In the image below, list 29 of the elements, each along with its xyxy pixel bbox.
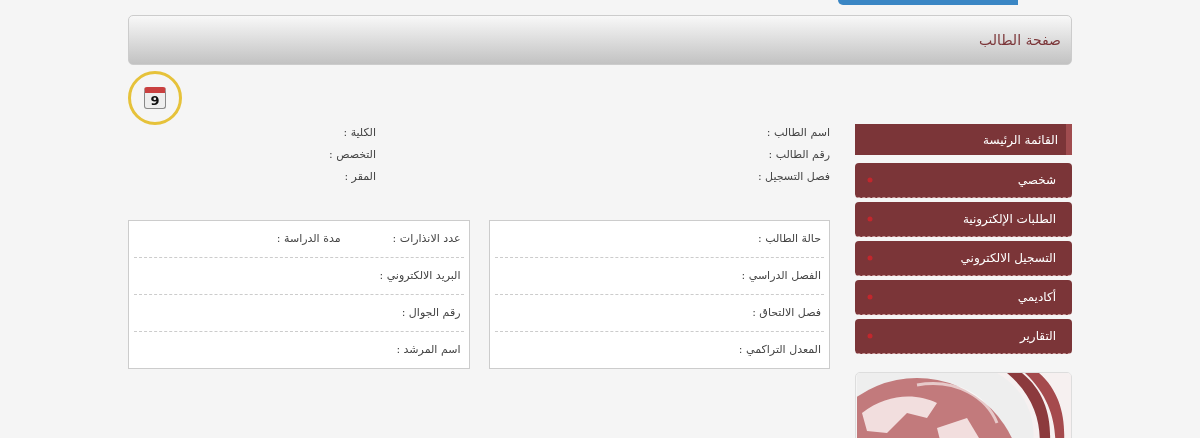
calendar-button[interactable]: 9 [128, 71, 182, 125]
menu-item[interactable]: التقارير [855, 319, 1072, 354]
field-label: فصل التسجيل : [756, 169, 830, 185]
field-label: حالة الطالب : [757, 231, 821, 247]
page-title: صفحة الطالب [979, 32, 1061, 48]
field-label: البريد الالكتروني : [379, 268, 461, 284]
menu-item[interactable]: شخصي [855, 163, 1072, 198]
bullet-icon [867, 177, 873, 183]
menu-item[interactable]: التسجيل الالكتروني [855, 241, 1072, 276]
bullet-icon [867, 333, 873, 339]
field-label: التخصص : [327, 147, 376, 163]
menu-item[interactable]: الطلبات الإلكترونية [855, 202, 1072, 237]
menu-item[interactable]: أكاديمي [855, 280, 1072, 315]
field-label: رقم الجوال : [401, 305, 461, 321]
field-label: عدد الانذارات : [392, 231, 461, 247]
bullet-icon [867, 216, 873, 222]
field-label: المعدل التراكمي : [738, 342, 821, 358]
field-label: الفصل الدراسي : [741, 268, 821, 284]
field-label: اسم المرشد : [396, 342, 461, 358]
field-label: فصل الالتحاق : [752, 305, 821, 321]
field-label: المقر : [343, 169, 376, 185]
bullet-icon [867, 255, 873, 261]
bullet-icon [867, 294, 873, 300]
field-label: اسم الطالب : [765, 125, 830, 141]
field-label: رقم الطالب : [767, 147, 830, 163]
calendar-date: 9 [144, 87, 166, 109]
field-label: الكلية : [342, 125, 376, 141]
menu-heading: القائمة الرئيسة [855, 124, 1072, 155]
field-label: مدة الدراسة : [276, 231, 341, 247]
